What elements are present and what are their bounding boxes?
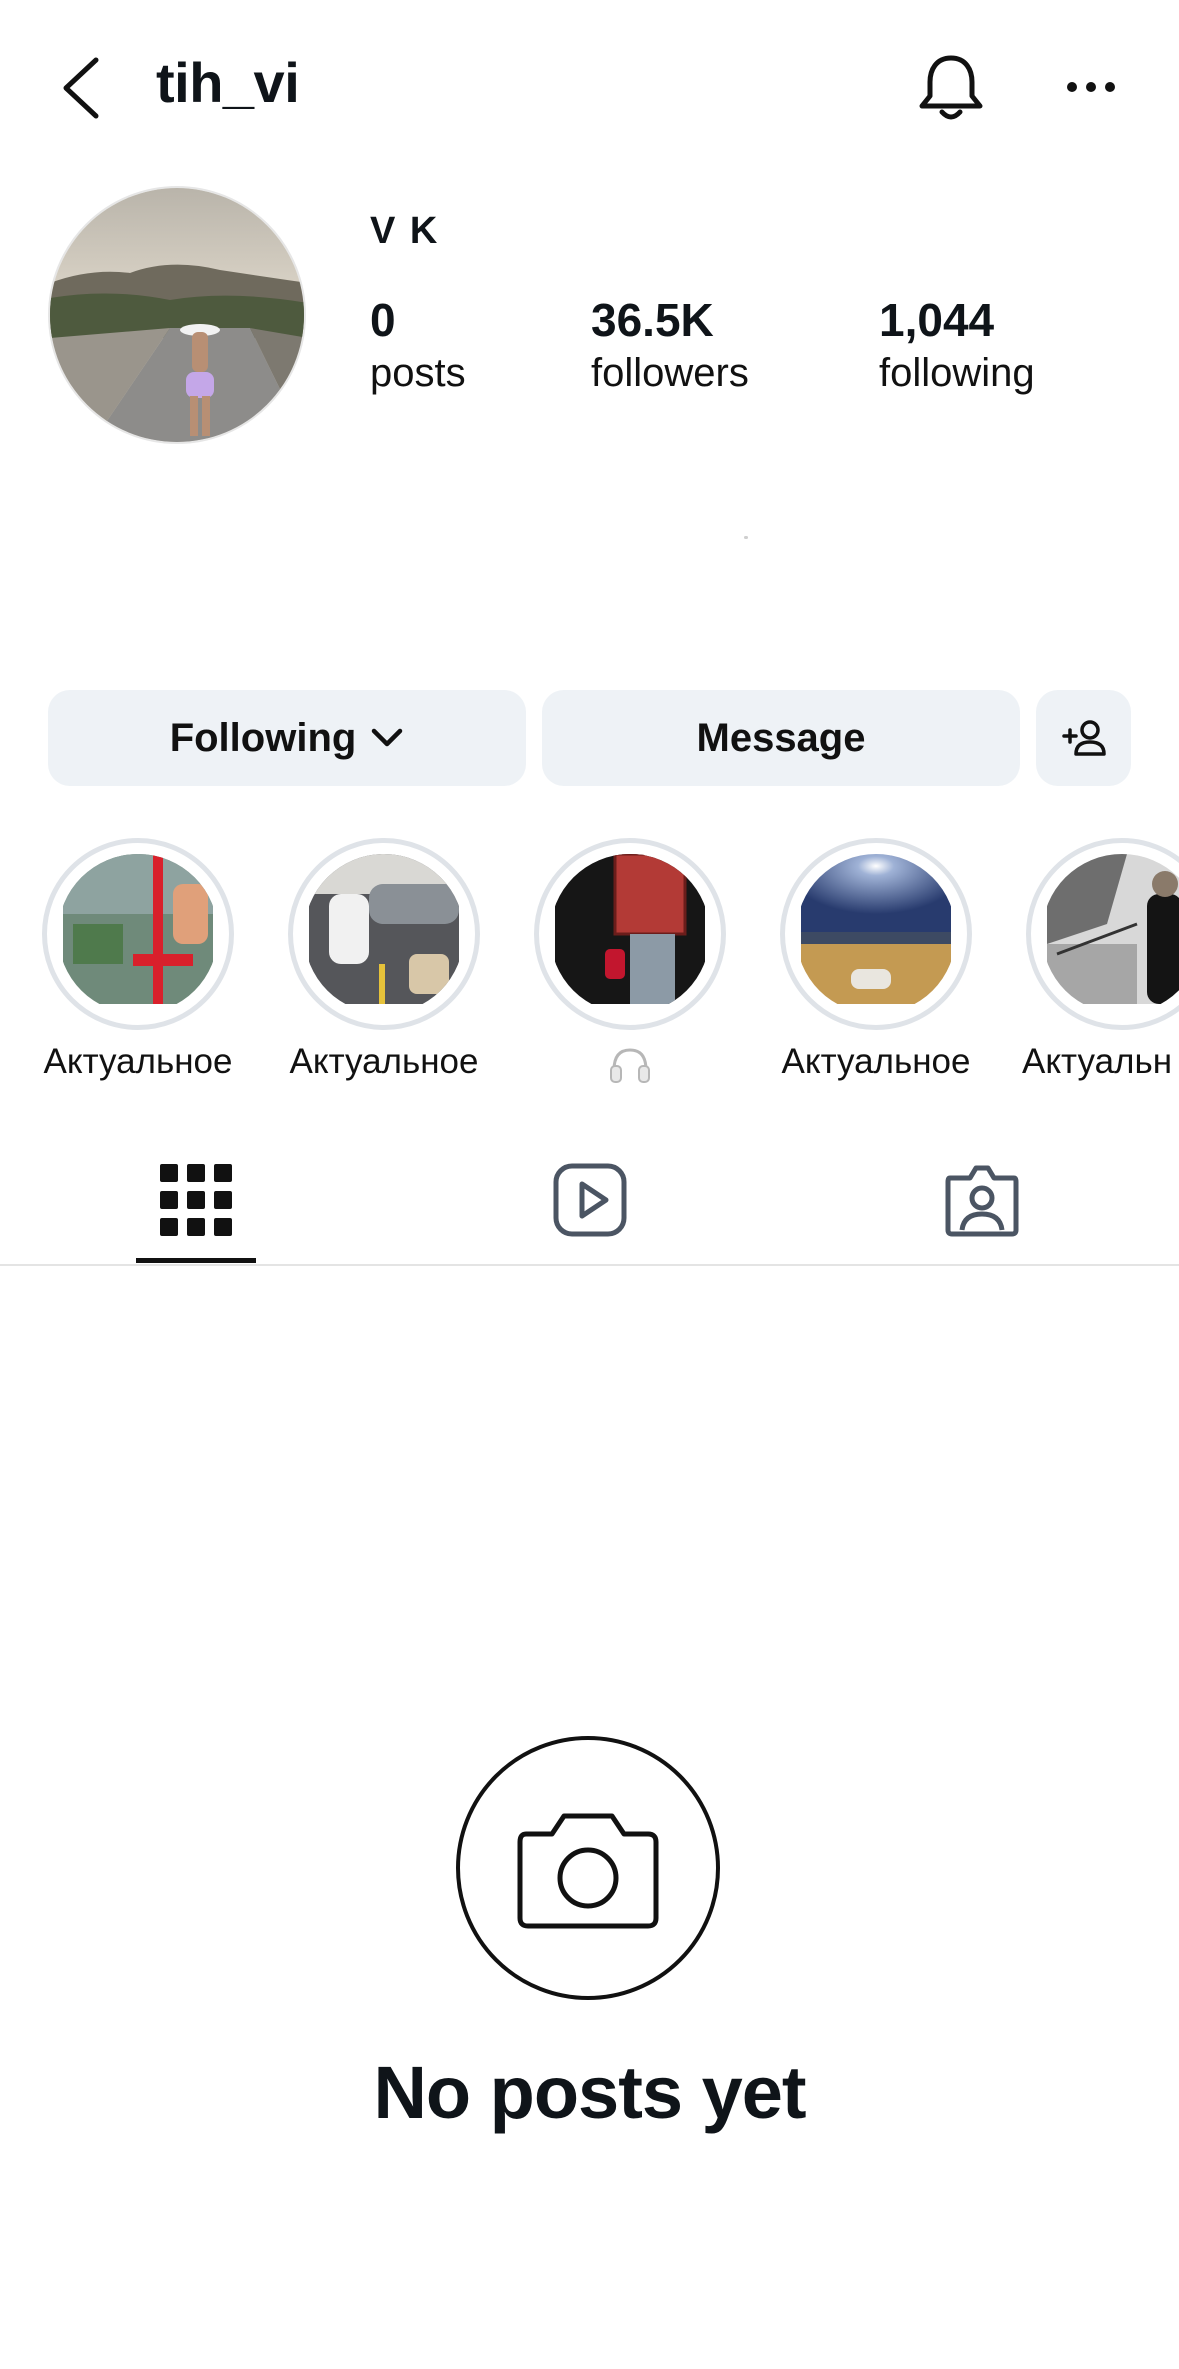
tabs-divider (0, 1264, 1179, 1266)
message-button-label: Message (696, 715, 866, 760)
highlight-item[interactable]: Актуальн (1022, 838, 1179, 1082)
stat-followers[interactable]: 36.5K followers (591, 292, 749, 398)
profile-page: tih_vi V K 0 posts 36.5K followers 1,044… (0, 0, 1179, 2369)
following-button-label: Following (169, 715, 357, 760)
following-button[interactable]: Following (48, 690, 526, 786)
grid-tab-icon[interactable] (156, 1160, 236, 1240)
highlight-label: Актуальное (289, 1042, 479, 1081)
highlight-ring (42, 838, 234, 1030)
headphones-icon (610, 1048, 650, 1083)
highlight-cover (304, 854, 464, 1014)
display-name: V K (370, 210, 440, 252)
highlight-ring (1026, 838, 1179, 1030)
highlight-label (530, 1042, 730, 1084)
highlight-item[interactable]: Актуальное (776, 838, 976, 1082)
camera-icon (517, 1813, 659, 1929)
posts-count: 0 (370, 294, 396, 346)
active-tab-indicator (136, 1258, 256, 1263)
profile-avatar[interactable] (48, 186, 306, 444)
highlight-item[interactable]: Актуальное (284, 838, 484, 1082)
highlight-cover (796, 854, 956, 1014)
reels-tab-icon[interactable] (550, 1160, 630, 1240)
bio-placeholder (744, 536, 748, 539)
add-person-icon (1061, 720, 1106, 756)
bell-icon[interactable] (916, 52, 986, 124)
following-count: 1,044 (879, 294, 995, 346)
highlight-ring (288, 838, 480, 1030)
empty-state-text: No posts yet (373, 2051, 806, 2134)
following-label: following (879, 351, 1035, 395)
highlight-cover (550, 854, 710, 1014)
more-horizontal-icon[interactable] (1066, 80, 1116, 94)
highlight-label: Актуальное (43, 1042, 233, 1081)
chevron-left-icon[interactable] (58, 56, 106, 120)
add-user-button[interactable] (1036, 690, 1131, 786)
highlight-ring (534, 838, 726, 1030)
highlight-ring (780, 838, 972, 1030)
followers-count: 36.5K (591, 294, 714, 346)
chevron-down-icon (372, 728, 403, 747)
highlight-item[interactable] (530, 838, 730, 1084)
highlight-cover (1042, 854, 1179, 1014)
highlight-item[interactable]: Актуальное (38, 838, 238, 1082)
tagged-tab-icon[interactable] (942, 1160, 1022, 1240)
highlight-label: Актуальн (1022, 1042, 1173, 1081)
stat-posts[interactable]: 0 posts (370, 292, 466, 398)
profile-username: tih_vi (156, 51, 300, 114)
message-button[interactable]: Message (542, 690, 1020, 786)
posts-label: posts (370, 351, 466, 395)
stat-following[interactable]: 1,044 following (879, 292, 1035, 398)
followers-label: followers (591, 351, 749, 395)
highlight-cover (58, 854, 218, 1014)
highlight-label: Актуальное (781, 1042, 971, 1081)
